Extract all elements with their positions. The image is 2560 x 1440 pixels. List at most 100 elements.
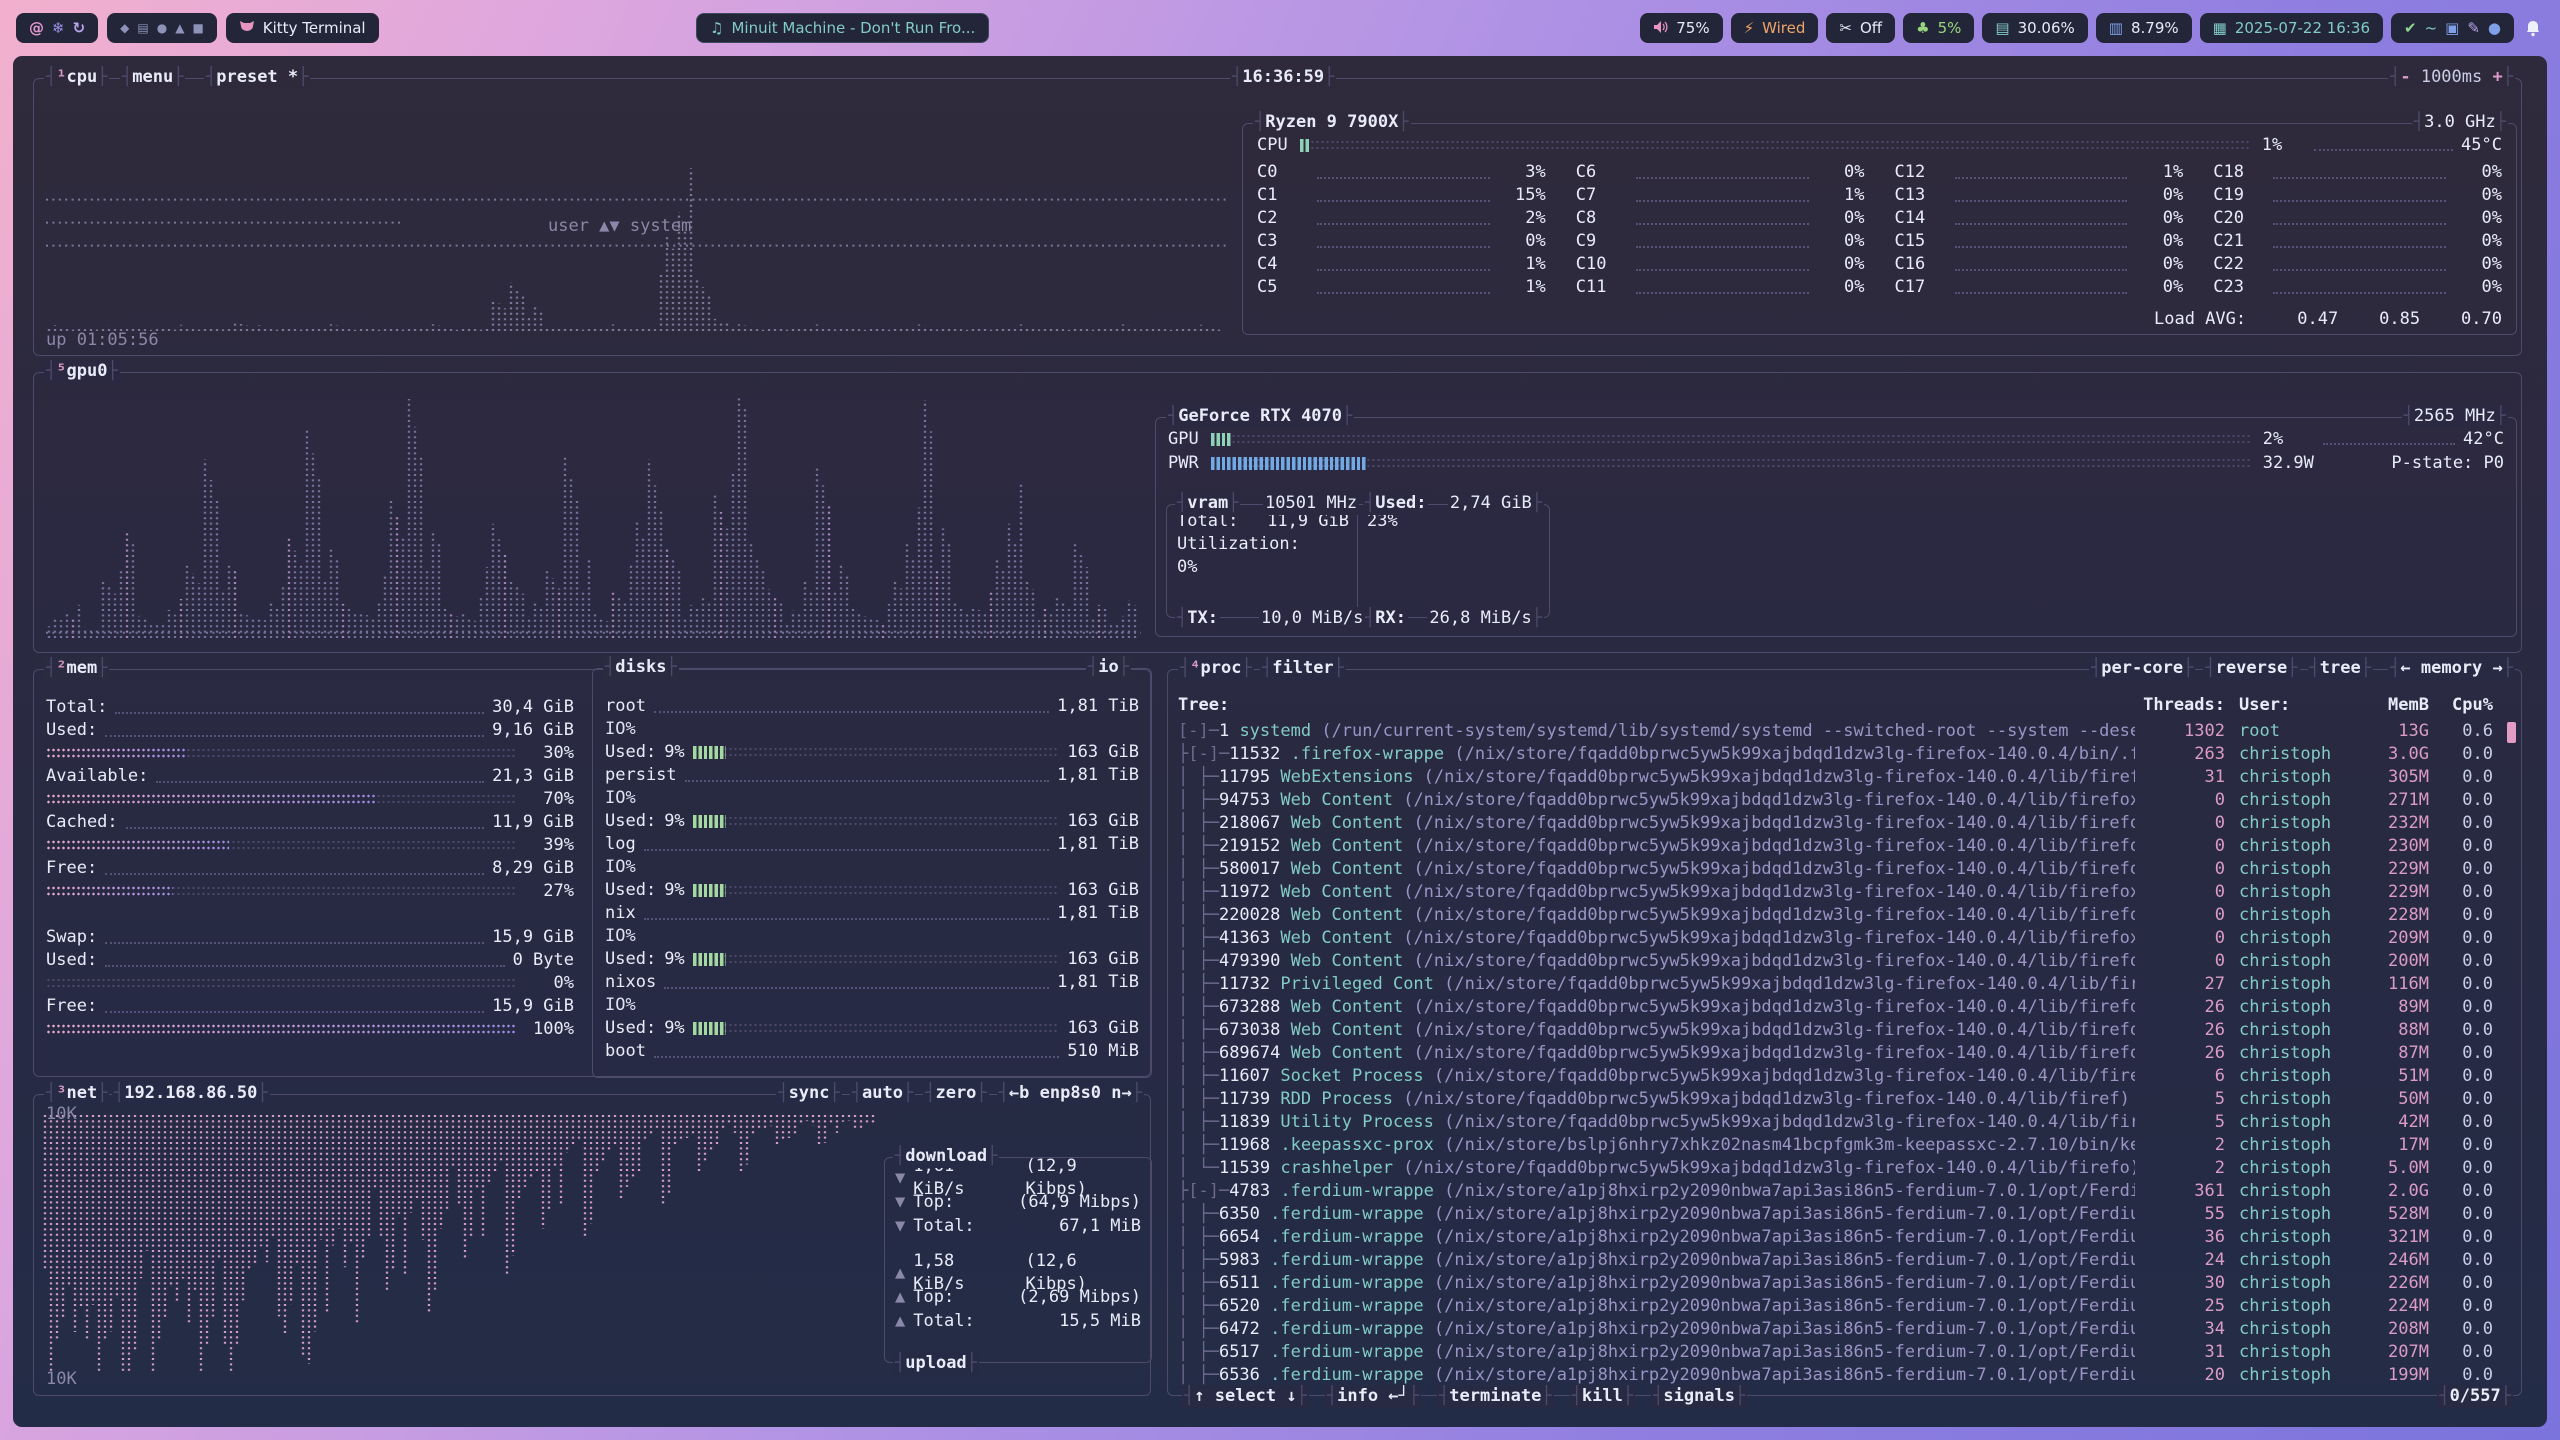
process-row[interactable]: │ ├─6654 .ferdium-wrappe (/nix/store/a1p… bbox=[1168, 1226, 2521, 1249]
process-row[interactable]: ├[-]─4783 .ferdium-wrappe (/nix/store/a1… bbox=[1168, 1180, 2521, 1203]
dotted-leader bbox=[1317, 282, 1490, 294]
cpu-core: C160% bbox=[1895, 253, 2184, 276]
process-row[interactable]: [-]─1 systemd (/run/current-system/syste… bbox=[1168, 720, 2521, 743]
wave-icon[interactable]: ~ bbox=[2425, 21, 2438, 36]
filter-button[interactable]: ┤filter├ bbox=[1260, 657, 1346, 680]
cpu-core: C90% bbox=[1576, 230, 1865, 253]
process-row[interactable]: │ ├─11739 RDD Process (/nix/store/fqadd0… bbox=[1168, 1088, 2521, 1111]
footer-terminate[interactable]: ┤terminate├ bbox=[1437, 1385, 1554, 1408]
dotted-leader bbox=[1955, 190, 2128, 202]
process-row[interactable]: │ ├─11607 Socket Process (/nix/store/fqa… bbox=[1168, 1065, 2521, 1088]
process-row[interactable]: │ ├─6511 .ferdium-wrappe (/nix/store/a1p… bbox=[1168, 1272, 2521, 1295]
process-row[interactable]: │ ├─6350 .ferdium-wrappe (/nix/store/a1p… bbox=[1168, 1203, 2521, 1226]
clock-module[interactable]: ▦ 2025-07-22 16:36 bbox=[2200, 13, 2383, 43]
process-row[interactable]: │ ├─11732 Privileged Cont (/nix/store/fq… bbox=[1168, 973, 2521, 996]
process-memory: 208M bbox=[2349, 1318, 2429, 1341]
disk-module[interactable]: ▥ 8.79% bbox=[2096, 13, 2192, 43]
process-cpu: 0.0 bbox=[2429, 766, 2493, 789]
nixos-icon[interactable]: ❄ bbox=[52, 21, 65, 36]
interval-increase[interactable]: + bbox=[2493, 67, 2503, 87]
disks-io-toggle[interactable]: ┤io├ bbox=[1086, 656, 1131, 679]
process-row[interactable]: │ ├─6536 .ferdium-wrappe (/nix/store/a1p… bbox=[1168, 1364, 2521, 1387]
window-title-module[interactable]: Kitty Terminal bbox=[226, 13, 379, 43]
core-percent: 0% bbox=[2454, 207, 2502, 230]
workspace-icon-1[interactable]: ◆ bbox=[120, 22, 129, 34]
net-toggle-sync[interactable]: ┤sync├ bbox=[776, 1082, 841, 1105]
process-row[interactable]: │ ├─6472 .ferdium-wrappe (/nix/store/a1p… bbox=[1168, 1318, 2521, 1341]
process-row[interactable]: │ ├─94753 Web Content (/nix/store/fqadd0… bbox=[1168, 789, 2521, 812]
scrollbar-thumb[interactable] bbox=[2507, 722, 2516, 743]
sort-selector[interactable]: ┤← memory →├ bbox=[2388, 657, 2515, 680]
header-cpu[interactable]: Cpu% bbox=[2429, 694, 2493, 717]
footer-kill[interactable]: ┤kill├ bbox=[1570, 1385, 1635, 1408]
header-threads[interactable]: Threads: bbox=[2135, 694, 2225, 717]
process-row[interactable]: │ ├─11839 Utility Process (/nix/store/fq… bbox=[1168, 1111, 2521, 1134]
footer-info[interactable]: ┤info ←┘├ bbox=[1325, 1385, 1421, 1408]
net-toggle--b-enp8s0-n-[interactable]: ┤←b enp8s0 n→├ bbox=[997, 1082, 1144, 1105]
pen-icon[interactable]: ✎ bbox=[2467, 21, 2480, 36]
dotted-leader bbox=[2273, 213, 2446, 225]
process-row[interactable]: │ ├─689674 Web Content (/nix/store/fqadd… bbox=[1168, 1042, 2521, 1065]
process-row[interactable]: │ ├─6520 .ferdium-wrappe (/nix/store/a1p… bbox=[1168, 1295, 2521, 1318]
launcher-module[interactable]: @ ❄ ↻ bbox=[16, 13, 98, 43]
process-row[interactable]: │ ├─6517 .ferdium-wrappe (/nix/store/a1p… bbox=[1168, 1341, 2521, 1364]
proc-toggle-reverse[interactable]: ┤reverse├ bbox=[2203, 657, 2299, 680]
cpu-temp-module[interactable]: ♣ 5% bbox=[1903, 13, 1974, 43]
debian-icon[interactable]: @ bbox=[29, 21, 44, 36]
dot-icon[interactable]: ● bbox=[2488, 21, 2501, 36]
cpu-box-title: ┤¹cpu├ bbox=[44, 66, 109, 89]
clipboard-icon[interactable]: ▣ bbox=[2445, 21, 2459, 36]
header-user[interactable]: User: bbox=[2225, 694, 2349, 717]
header-tree[interactable]: Tree: bbox=[1178, 694, 2135, 717]
disk-used-value: 163 GiB bbox=[1067, 879, 1139, 902]
process-row[interactable]: │ ├─479390 Web Content (/nix/store/fqadd… bbox=[1168, 950, 2521, 973]
workspaces-module[interactable]: ◆ ▤ ● ▲ ■ bbox=[107, 13, 217, 43]
usage-bar-row: 100% bbox=[46, 1018, 574, 1041]
process-row[interactable]: │ ├─673288 Web Content (/nix/store/fqadd… bbox=[1168, 996, 2521, 1019]
process-row[interactable]: │ ├─580017 Web Content (/nix/store/fqadd… bbox=[1168, 858, 2521, 881]
workspace-icon-4[interactable]: ▲ bbox=[175, 22, 184, 34]
core-percent: 0% bbox=[2135, 207, 2183, 230]
music-module[interactable]: ♫ Minuit Machine - Don't Run Fro... bbox=[696, 13, 989, 43]
check-icon[interactable]: ✔ bbox=[2404, 21, 2417, 36]
system-tray[interactable]: ✔ ~ ▣ ✎ ● bbox=[2391, 13, 2514, 43]
update-interval-control[interactable]: ┤- 1000ms +├ bbox=[2388, 66, 2515, 89]
volume-module[interactable]: 75% bbox=[1640, 13, 1722, 43]
process-row[interactable]: │ ├─11795 WebExtensions (/nix/store/fqad… bbox=[1168, 766, 2521, 789]
process-row[interactable]: │ ├─41363 Web Content (/nix/store/fqadd0… bbox=[1168, 927, 2521, 950]
header-memory[interactable]: MemB bbox=[2349, 694, 2429, 717]
select-control[interactable]: ┤↑ select ↓├ bbox=[1182, 1385, 1309, 1408]
proc-toggle-tree[interactable]: ┤tree├ bbox=[2308, 657, 2373, 680]
workspace-icon-3[interactable]: ● bbox=[157, 22, 167, 34]
idle-module[interactable]: ✂ Off bbox=[1826, 13, 1895, 43]
net-toggle-zero[interactable]: ┤zero├ bbox=[923, 1082, 988, 1105]
footer-signals[interactable]: ┤signals├ bbox=[1651, 1385, 1747, 1408]
proc-toggle-per-core[interactable]: ┤per-core├ bbox=[2089, 657, 2195, 680]
process-cpu: 0.0 bbox=[2429, 1249, 2493, 1272]
process-row[interactable]: │ ├─11968 .keepassxc-prox (/nix/store/bs… bbox=[1168, 1134, 2521, 1157]
disk-io-label: IO% bbox=[605, 994, 1139, 1017]
interval-decrease[interactable]: - bbox=[2400, 67, 2410, 87]
process-row[interactable]: │ └─11539 crashhelper (/nix/store/fqadd0… bbox=[1168, 1157, 2521, 1180]
process-memory: 42M bbox=[2349, 1111, 2429, 1134]
power-module[interactable]: ⚡ Wired bbox=[1731, 13, 1819, 43]
process-memory: 51M bbox=[2349, 1065, 2429, 1088]
process-row[interactable]: │ ├─218067 Web Content (/nix/store/fqadd… bbox=[1168, 812, 2521, 835]
disk-list: root1,81 TiBIO%Used:9%163 GiBpersist1,81… bbox=[605, 695, 1139, 1063]
preset-button[interactable]: ┤preset *├ bbox=[204, 66, 310, 89]
process-path: (/nix/store/fqadd0bprwc5yw5k99xajbdqd1dz… bbox=[1413, 951, 2135, 971]
process-row[interactable]: │ ├─5983 .ferdium-wrappe (/nix/store/a1p… bbox=[1168, 1249, 2521, 1272]
process-row[interactable]: │ ├─11972 Web Content (/nix/store/fqadd0… bbox=[1168, 881, 2521, 904]
process-row[interactable]: │ ├─673038 Web Content (/nix/store/fqadd… bbox=[1168, 1019, 2521, 1042]
workspace-icon-2[interactable]: ▤ bbox=[137, 22, 148, 34]
net-toggle-auto[interactable]: ┤auto├ bbox=[850, 1082, 915, 1105]
bell-icon[interactable] bbox=[2526, 20, 2540, 37]
reload-icon[interactable]: ↻ bbox=[73, 21, 86, 36]
process-row[interactable]: │ ├─219152 Web Content (/nix/store/fqadd… bbox=[1168, 835, 2521, 858]
process-row[interactable]: │ ├─220028 Web Content (/nix/store/fqadd… bbox=[1168, 904, 2521, 927]
menu-button[interactable]: ┤menu├ bbox=[120, 66, 185, 89]
process-row[interactable]: ├[-]─11532 .firefox-wrappe (/nix/store/f… bbox=[1168, 743, 2521, 766]
usage-bar-row: 30% bbox=[46, 742, 574, 765]
memory-module[interactable]: ▤ 30.06% bbox=[1982, 13, 2087, 43]
workspace-icon-5[interactable]: ■ bbox=[192, 22, 203, 34]
